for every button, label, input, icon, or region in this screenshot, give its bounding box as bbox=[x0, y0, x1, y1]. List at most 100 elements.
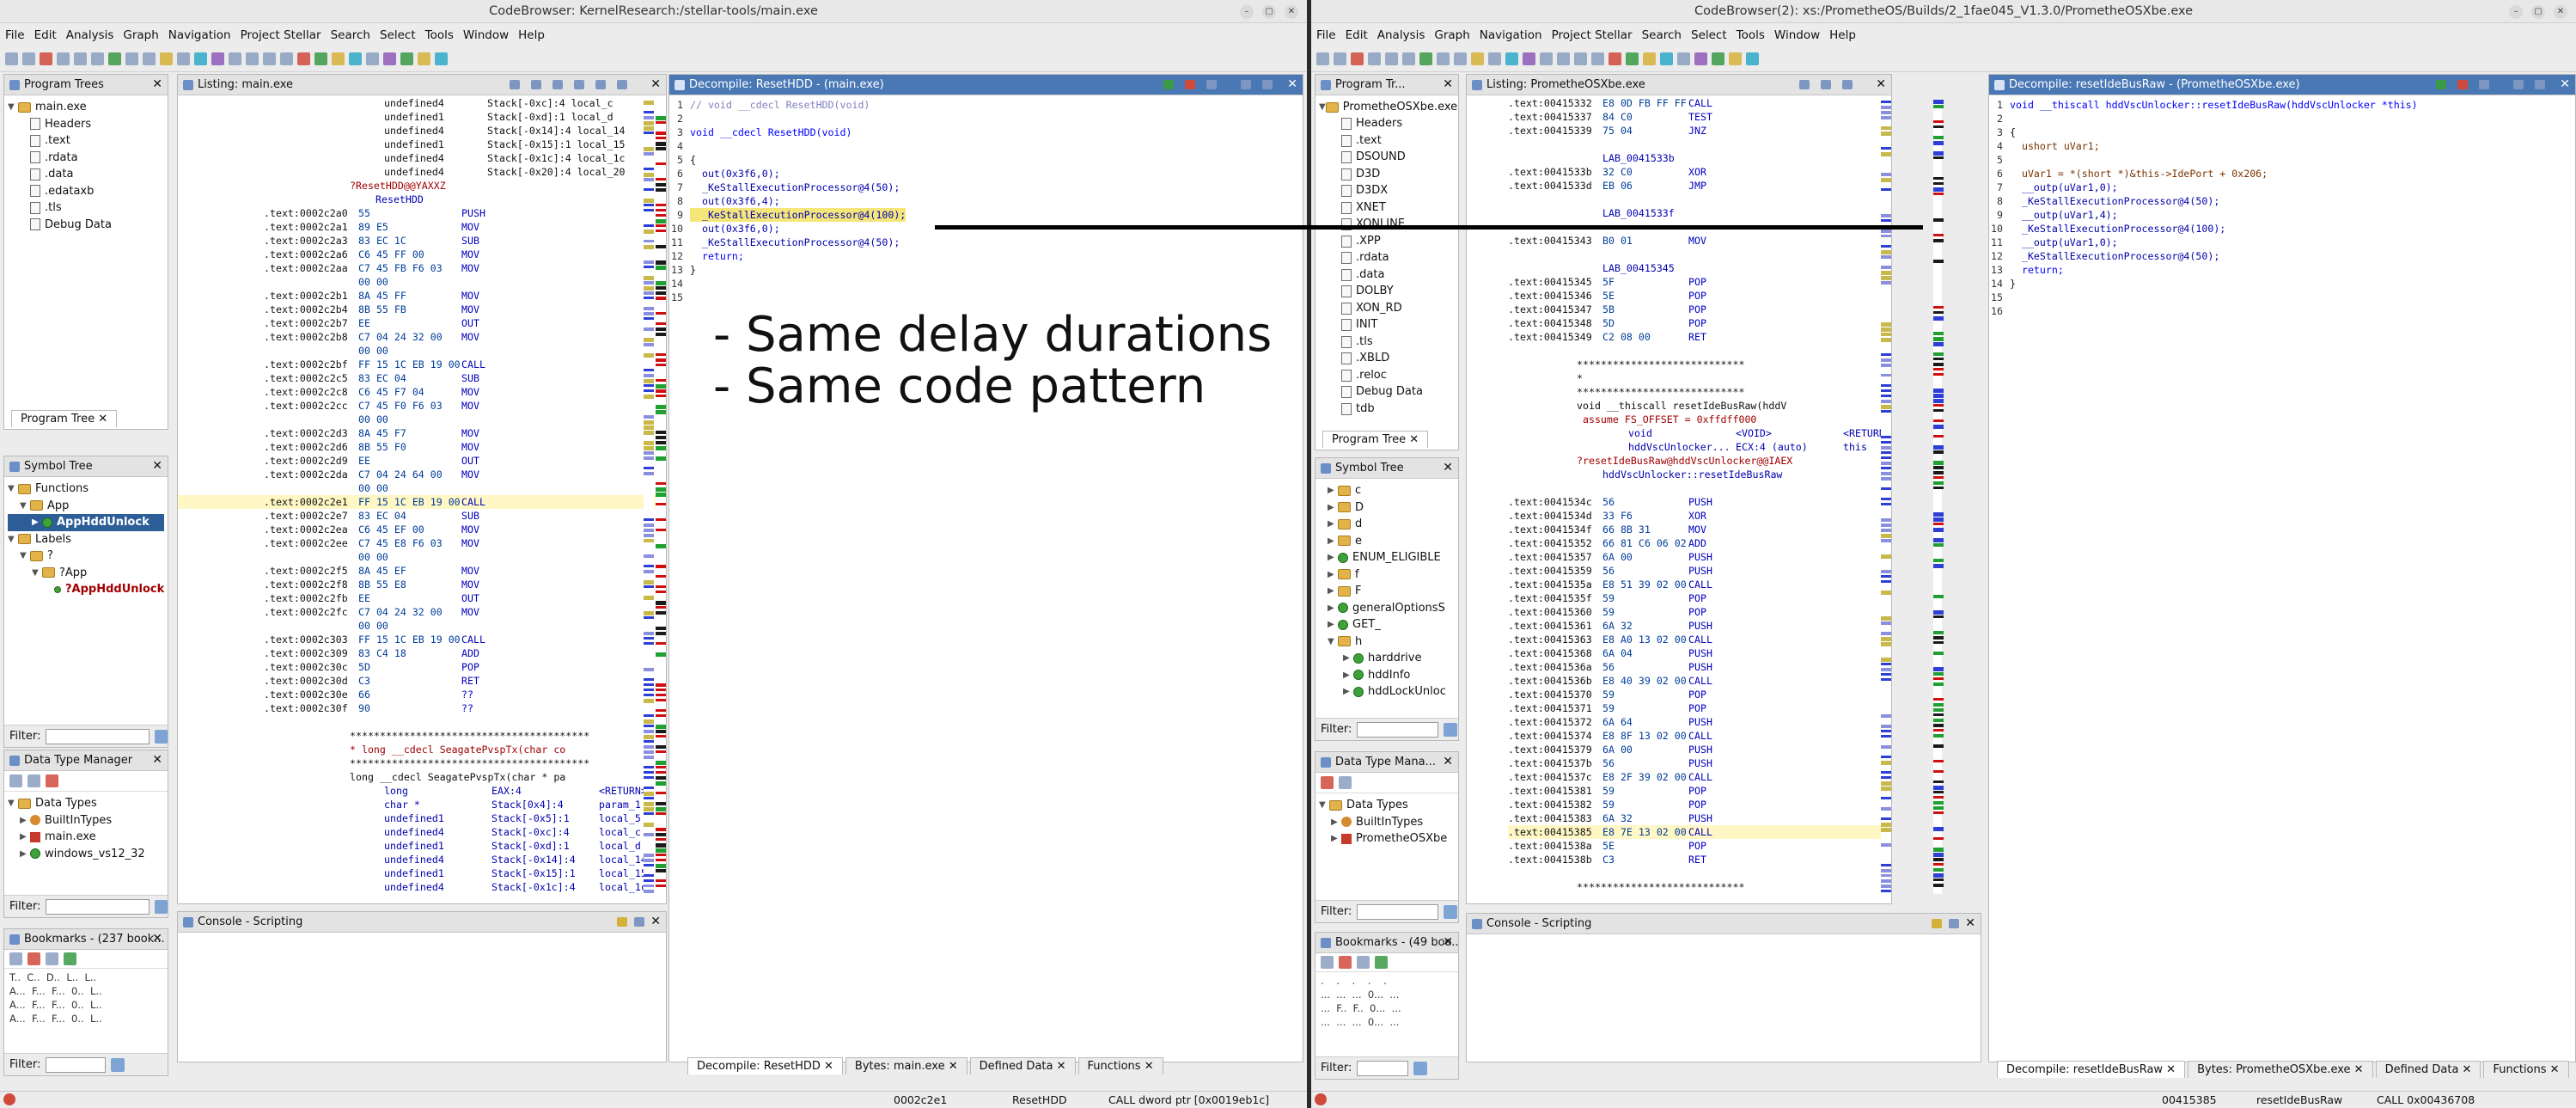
options-icon[interactable] bbox=[2535, 80, 2545, 89]
maximize-icon[interactable]: ▢ bbox=[1262, 5, 1276, 19]
tree-node-symbol[interactable]: ▶ e bbox=[1319, 533, 1455, 550]
forward-icon[interactable] bbox=[27, 774, 40, 787]
toolbar-button-icon[interactable] bbox=[177, 52, 190, 65]
toolbar-button-icon[interactable] bbox=[1419, 52, 1432, 65]
tree-node-section[interactable]: .tls bbox=[8, 199, 164, 217]
listing-row[interactable]: **************************************** bbox=[178, 756, 666, 770]
menu-select[interactable]: Select bbox=[380, 28, 416, 42]
menu-project-stellar[interactable]: Project Stellar bbox=[241, 28, 321, 42]
listing-row[interactable]: .text:0002c2fc C7 04 24 32 00 MOV bbox=[178, 605, 666, 619]
tab-program-tree[interactable]: Program Tree ✕ bbox=[11, 410, 118, 427]
toolbar-button-icon[interactable] bbox=[1351, 52, 1364, 65]
toolbar-button-icon[interactable] bbox=[40, 52, 52, 65]
tree-node-functions[interactable]: ▼ Functions bbox=[8, 481, 164, 498]
toolbar-button-icon[interactable] bbox=[1402, 52, 1415, 65]
tree-node-section[interactable]: .tls bbox=[1319, 334, 1455, 351]
listing-row[interactable]: .text:0002c2bf FF 15 1C EB 19 00 CALL bbox=[178, 358, 666, 371]
tab-bytes[interactable]: Bytes: main.exe ✕ bbox=[845, 1057, 968, 1074]
tree-node-q[interactable]: ▼? bbox=[8, 548, 164, 565]
menu-graph[interactable]: Graph bbox=[123, 28, 158, 42]
refresh-icon[interactable] bbox=[2436, 80, 2446, 89]
listing-row[interactable]: .text:00415371 59 POP bbox=[1508, 701, 1891, 715]
options-icon[interactable] bbox=[617, 80, 627, 89]
decompile-line[interactable]: 14} bbox=[1989, 277, 2575, 291]
tree-node-section[interactable]: .data bbox=[8, 166, 164, 183]
close-icon[interactable]: ✕ bbox=[650, 77, 661, 91]
close-icon[interactable]: ✕ bbox=[152, 932, 162, 946]
close-icon[interactable]: ✕ bbox=[152, 753, 162, 767]
toolbar-button-icon[interactable] bbox=[332, 52, 345, 65]
listing-row[interactable]: .text:0041537c E8 2F 39 02 00 CALL bbox=[1508, 770, 1891, 784]
listing-row[interactable]: undefined1 Stack[-0xd]:1 local_d bbox=[178, 110, 666, 124]
close-icon[interactable]: ✕ bbox=[1965, 916, 1975, 930]
tab-defined-data[interactable]: Defined Data ✕ bbox=[2375, 1061, 2481, 1078]
toolbar-button-icon[interactable] bbox=[1471, 52, 1484, 65]
listing-row[interactable]: .text:0002c2ee C7 45 E8 F6 03 MOV bbox=[178, 536, 666, 550]
tab-bytes[interactable]: Bytes: PrometheOSXbe.exe ✕ bbox=[2188, 1061, 2373, 1078]
listing-row[interactable]: .text:0002c2e7 83 EC 04 SUB bbox=[178, 509, 666, 523]
tree-node-symbol[interactable]: ▶ harddrive bbox=[1319, 650, 1455, 667]
listing-row[interactable]: ResetHDD bbox=[178, 193, 666, 206]
close-icon[interactable]: ✕ bbox=[152, 77, 162, 91]
toolbar-button-icon[interactable] bbox=[1540, 52, 1553, 65]
tree-node-symbol[interactable]: ▶ f bbox=[1319, 566, 1455, 584]
toolbar-button-icon[interactable] bbox=[108, 52, 121, 65]
toolbar-button-icon[interactable] bbox=[1437, 52, 1450, 65]
refresh-icon[interactable] bbox=[1163, 80, 1174, 89]
listing-row[interactable]: .text:0002c2ea C6 45 EF 00 MOV bbox=[178, 523, 666, 536]
tree-node-section[interactable]: .data bbox=[1319, 266, 1455, 284]
menu-search[interactable]: Search bbox=[331, 28, 370, 42]
listing-row[interactable] bbox=[178, 715, 666, 729]
tree-node-data-types[interactable]: ▼ Data Types bbox=[1319, 797, 1455, 814]
listing-row[interactable]: .text:0002c2b7 EE OUT bbox=[178, 316, 666, 330]
decompile-line[interactable]: 6 uVar1 = *(short *)&this->IdePort + 0x2… bbox=[1989, 167, 2575, 181]
toolbar-button-icon[interactable] bbox=[1608, 52, 1621, 65]
edit-icon[interactable] bbox=[1821, 80, 1831, 89]
overview-rail[interactable] bbox=[1881, 101, 1891, 892]
decompile-line[interactable]: 11 _KeStallExecutionProcessor@4(50); bbox=[669, 236, 1303, 249]
menu-edit[interactable]: Edit bbox=[1346, 28, 1368, 42]
filter-icon[interactable] bbox=[46, 774, 58, 787]
toolbar-button-icon[interactable] bbox=[5, 52, 18, 65]
minimize-icon[interactable]: – bbox=[2509, 5, 2523, 19]
decompile-line[interactable]: 12 _KeStallExecutionProcessor@4(50); bbox=[1989, 249, 2575, 263]
filter-options-icon[interactable] bbox=[1444, 904, 1458, 919]
filter-input[interactable] bbox=[1357, 903, 1439, 920]
snapshot-icon[interactable] bbox=[1206, 80, 1217, 89]
filter-options-icon[interactable] bbox=[154, 729, 168, 744]
tree-node-section[interactable]: D3DX bbox=[1319, 183, 1455, 200]
listing-row[interactable]: .text:0041537b 56 PUSH bbox=[1508, 756, 1891, 770]
tree-node-section[interactable]: Headers bbox=[1319, 116, 1455, 133]
decompile-line[interactable]: 13 return; bbox=[1989, 263, 2575, 277]
close-icon[interactable]: ✕ bbox=[1443, 755, 1453, 768]
listing-row[interactable]: .text:00415343 B0 01 MOV bbox=[1508, 234, 1891, 248]
listing-row[interactable]: .text:00415349 C2 08 00 RET bbox=[1508, 330, 1891, 344]
close-icon[interactable]: ✕ bbox=[1443, 77, 1453, 91]
listing-row[interactable]: ?resetIdeBusRaw@hddVscUnlocker@@IAEX bbox=[1508, 454, 1891, 468]
listing-row[interactable]: .text:0041538a 5E POP bbox=[1508, 839, 1891, 853]
listing-row[interactable]: .text:0002c2e1 FF 15 1C EB 19 00 CALL bbox=[178, 495, 666, 509]
toolbar-button-icon[interactable] bbox=[1368, 52, 1381, 65]
close-icon[interactable]: ✕ bbox=[821, 1060, 833, 1073]
close-icon[interactable]: ✕ bbox=[1876, 77, 1886, 91]
expand-icon[interactable]: ▶ bbox=[1343, 667, 1353, 684]
listing-row[interactable]: **************************** bbox=[1508, 358, 1891, 371]
listing-row[interactable]: .text:0002c2b8 C7 04 24 32 00 MOV bbox=[178, 330, 666, 344]
listing-row[interactable]: * bbox=[1508, 371, 1891, 385]
copy-icon[interactable] bbox=[510, 80, 520, 89]
listing-row[interactable]: * long __cdecl SeagatePvspTx(char co bbox=[178, 743, 666, 756]
listing-row[interactable]: .text:0041533d EB 06 JMP bbox=[1508, 179, 1891, 193]
decompile-line[interactable]: 7 _KeStallExecutionProcessor@4(50); bbox=[669, 181, 1303, 194]
listing-row[interactable]: .text:0041535f 59 POP bbox=[1508, 591, 1891, 605]
tree-node-section[interactable]: XON_RD bbox=[1319, 300, 1455, 317]
toolbar-button-icon[interactable] bbox=[383, 52, 396, 65]
listing-row[interactable]: .text:00415352 66 81 C6 06 02 ADD bbox=[1508, 536, 1891, 550]
listing-row[interactable] bbox=[1508, 193, 1891, 206]
listing-view[interactable]: undefined4 Stack[-0xc]:4 local_c undefined… bbox=[178, 96, 666, 903]
close-icon[interactable]: ✕ bbox=[1443, 935, 1453, 949]
options-icon[interactable] bbox=[1262, 80, 1273, 89]
decompile-line[interactable]: 4 ushort uVar1; bbox=[1989, 139, 2575, 153]
menu-tools[interactable]: Tools bbox=[425, 28, 454, 42]
listing-row[interactable]: 00 00 bbox=[178, 275, 666, 289]
toolbar-button-icon[interactable] bbox=[435, 52, 448, 65]
